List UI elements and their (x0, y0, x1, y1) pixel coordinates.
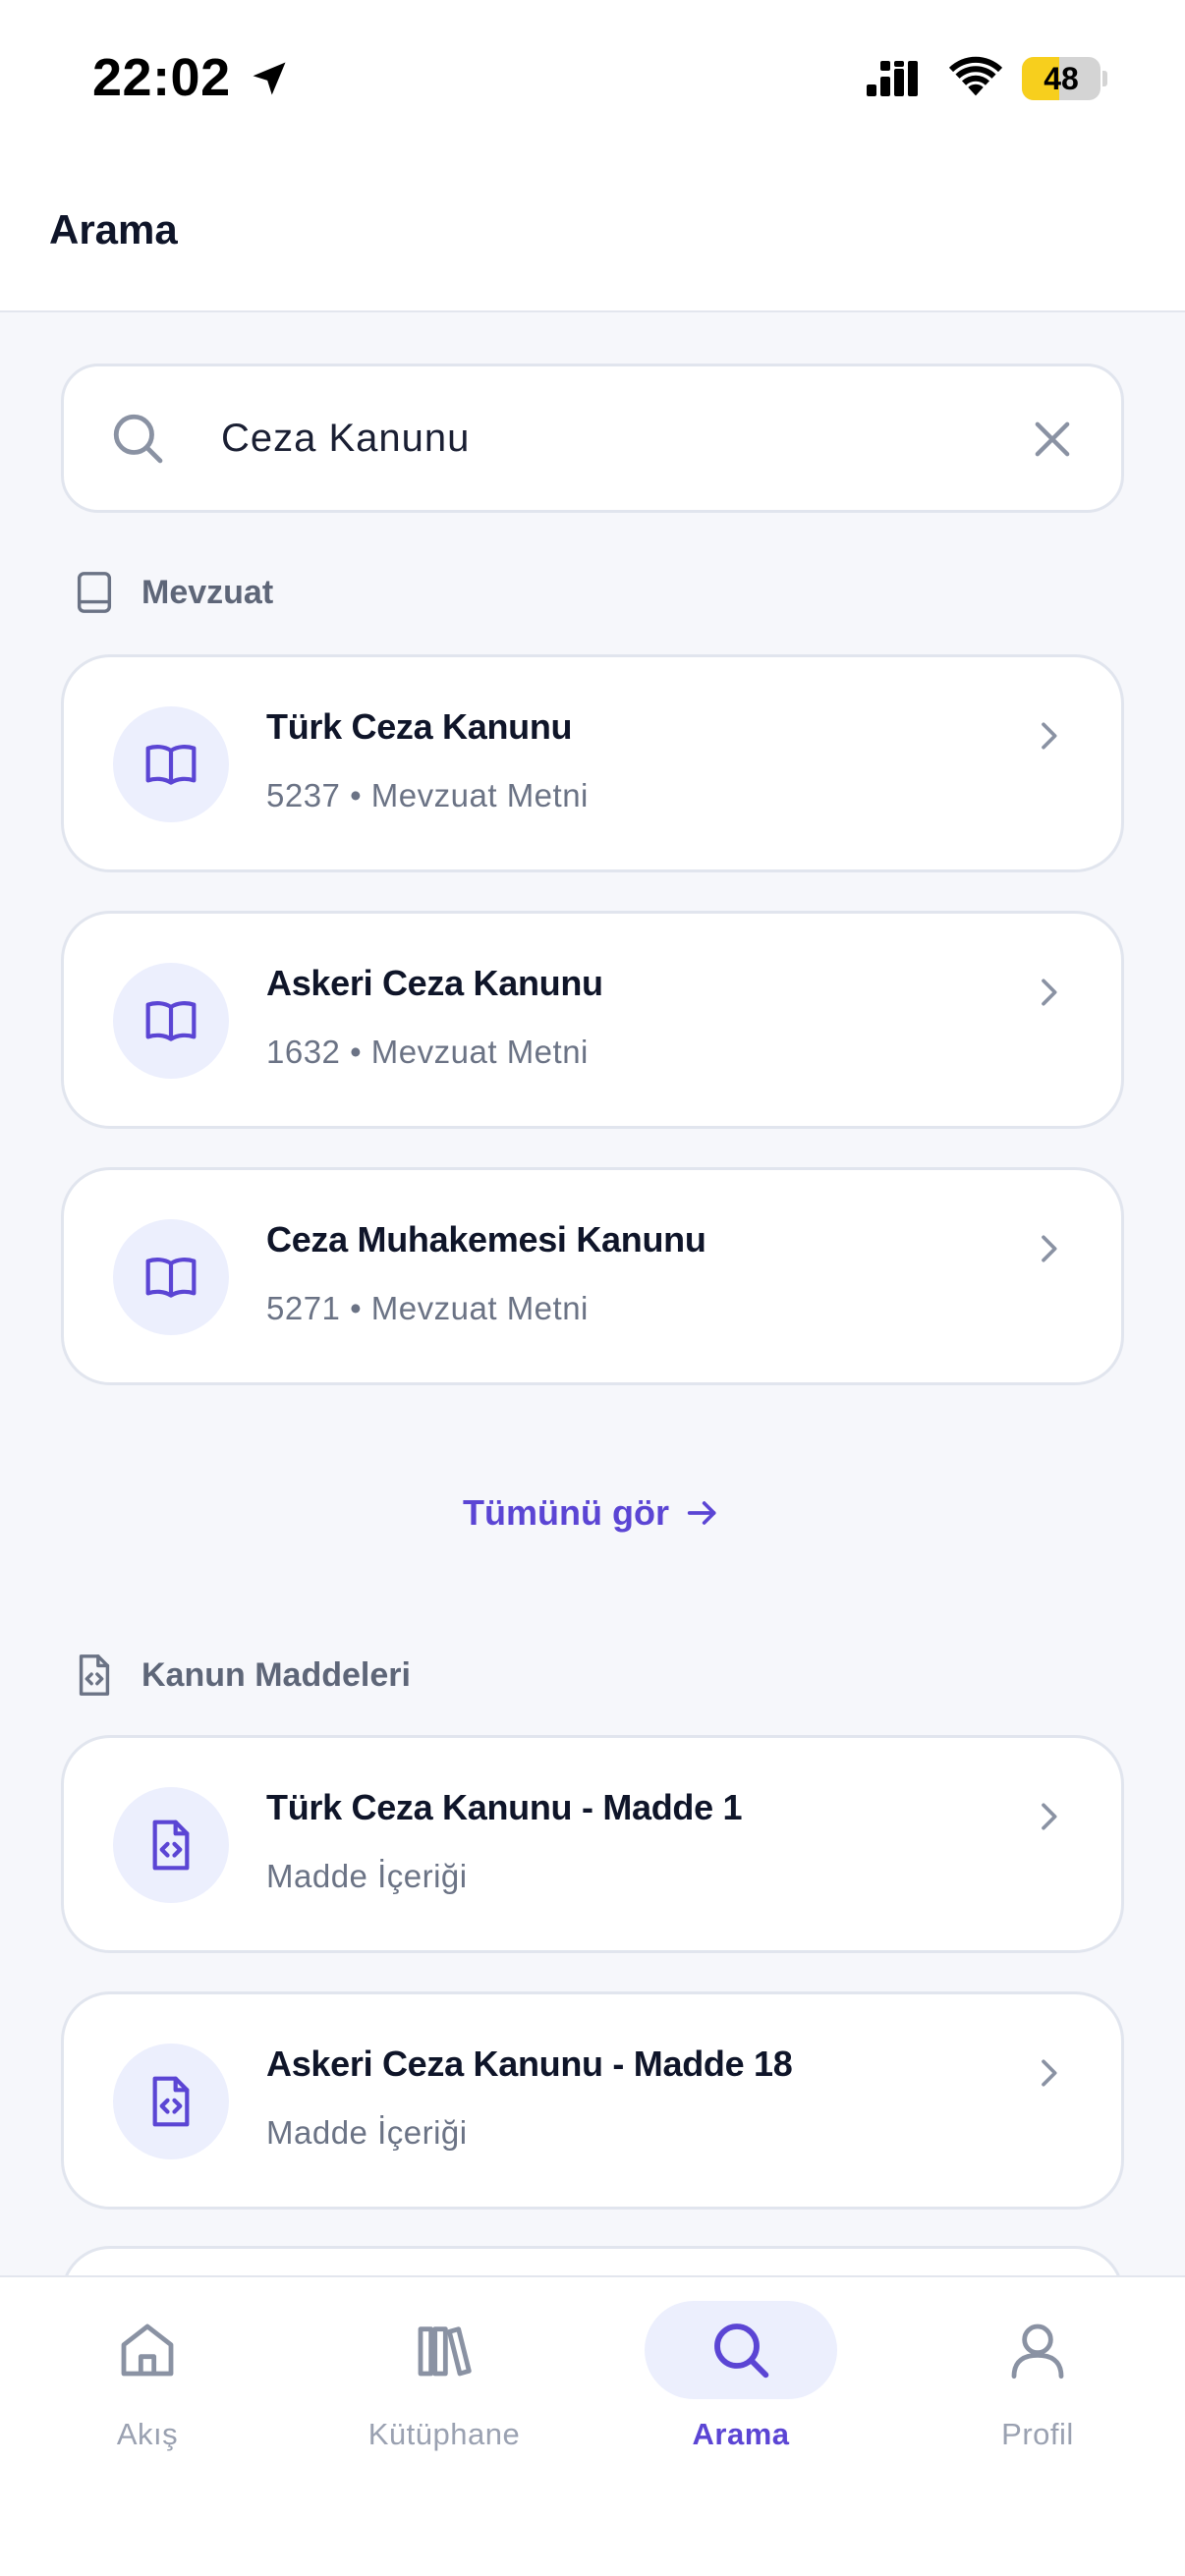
section-header-kanun-maddeleri: Kanun Maddeleri (75, 1651, 411, 1700)
list-item[interactable]: Türk Ceza Kanunu 5237 • Mevzuat Metni (61, 654, 1124, 872)
item-title: Türk Ceza Kanunu - Madde 1 (266, 1787, 743, 1827)
arrow-right-icon (687, 1501, 716, 1525)
card-icon-container (113, 706, 229, 822)
search-icon (714, 2324, 769, 2379)
item-subtitle: 1632 • Mevzuat Metni (266, 1034, 589, 1070)
nav-item-profil[interactable]: Profil (890, 2277, 1185, 2474)
nav-label: Kütüphane (367, 2417, 521, 2451)
item-subtitle: Madde İçeriği (266, 2114, 468, 2151)
battery-level: 48 (1044, 60, 1079, 96)
open-book-icon (145, 1001, 197, 1041)
code-file-icon (152, 1820, 190, 1871)
nav-icon-container (348, 2301, 540, 2399)
list-item[interactable]: Türk Ceza Kanunu - Madde 1 Madde İçeriği (61, 1735, 1124, 1953)
chevron-right-icon (1042, 2059, 1057, 2087)
nav-icon-container (941, 2301, 1134, 2399)
location-arrow-icon (253, 62, 286, 95)
search-icon (113, 414, 163, 464)
code-file-icon (79, 1654, 110, 1696)
user-icon (1011, 2324, 1064, 2380)
clear-icon[interactable] (1027, 414, 1078, 465)
item-title: Ceza Muhakemesi Kanunu (266, 1219, 706, 1260)
section-label: Mevzuat (141, 573, 274, 611)
book-icon (77, 572, 112, 613)
open-book-icon (145, 745, 197, 785)
status-bar: 22:02 48 (0, 0, 1185, 157)
see-all-label: Tümünü gör (463, 1492, 669, 1533)
signal-icon (867, 61, 918, 96)
item-subtitle: 5237 • Mevzuat Metni (266, 777, 589, 813)
nav-label: Akış (116, 2417, 179, 2451)
header: Arama (0, 157, 1185, 312)
code-file-icon (152, 2076, 190, 2127)
page-title: Arama (49, 206, 178, 252)
bottom-nav: Akış Kütüphane Arama Profil (0, 2275, 1185, 2576)
chevron-right-icon (1042, 1235, 1057, 1262)
chevron-right-icon (1042, 979, 1057, 1006)
item-title: Askeri Ceza Kanunu - Madde 18 (266, 2044, 793, 2084)
open-book-icon (145, 1258, 197, 1298)
status-time: 22:02 (92, 48, 231, 107)
nav-item-akis[interactable]: Akış (0, 2277, 295, 2474)
chevron-right-icon (1042, 722, 1057, 750)
item-title: Türk Ceza Kanunu (266, 706, 573, 747)
item-subtitle: Madde İçeriği (266, 1858, 468, 1894)
card-icon-container (113, 1787, 229, 1903)
library-icon (418, 2326, 472, 2377)
item-subtitle: 5271 • Mevzuat Metni (266, 1290, 589, 1326)
home-icon (121, 2324, 174, 2377)
nav-item-arama[interactable]: Arama (593, 2277, 888, 2474)
card-icon-container (113, 2044, 229, 2159)
list-item[interactable]: Askeri Ceza Kanunu - Madde 18 Madde İçer… (61, 1991, 1124, 2210)
card-icon-container (113, 1219, 229, 1335)
nav-label: Profil (1001, 2417, 1074, 2451)
see-all-link[interactable]: Tümünü gör (0, 1484, 1185, 1542)
battery-cap (1102, 71, 1107, 86)
nav-icon-container (51, 2301, 244, 2399)
search-input[interactable] (221, 394, 1027, 482)
battery-icon: 48 (1022, 57, 1100, 100)
card-icon-container (113, 963, 229, 1079)
nav-item-kutuphane[interactable]: Kütüphane (297, 2277, 592, 2474)
section-label: Kanun Maddeleri (141, 1655, 411, 1694)
list-item[interactable]: Askeri Ceza Kanunu 1632 • Mevzuat Metni (61, 911, 1124, 1129)
search-box[interactable] (61, 364, 1124, 513)
nav-label: Arama (692, 2417, 790, 2451)
section-header-mevzuat: Mevzuat (75, 568, 273, 617)
wifi-icon (948, 56, 1003, 96)
nav-icon-container (645, 2301, 837, 2399)
item-title: Askeri Ceza Kanunu (266, 963, 603, 1003)
chevron-right-icon (1042, 1803, 1057, 1830)
list-item[interactable]: Ceza Muhakemesi Kanunu 5271 • Mevzuat Me… (61, 1167, 1124, 1385)
